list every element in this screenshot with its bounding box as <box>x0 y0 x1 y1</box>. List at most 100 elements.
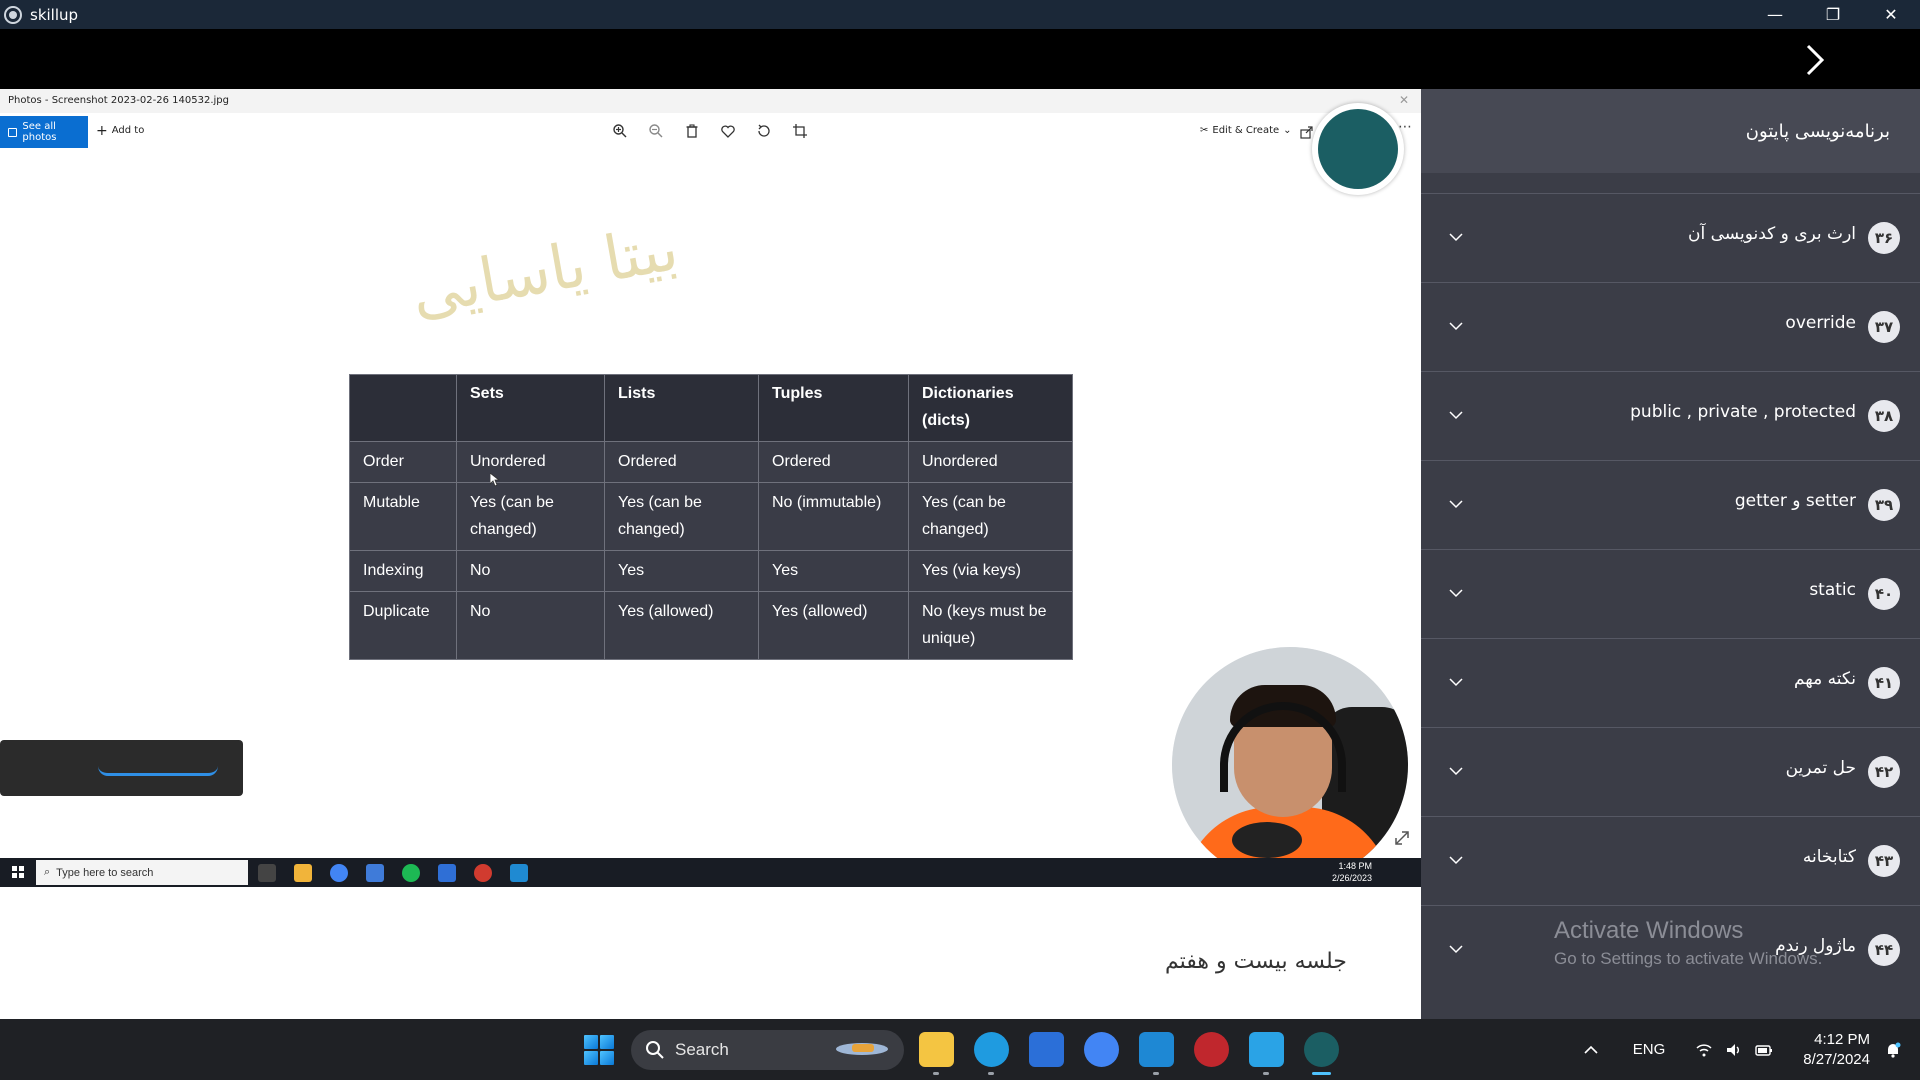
lesson-label: کتابخانه <box>1802 847 1856 867</box>
chevron-down-icon[interactable] <box>1447 940 1465 958</box>
table-cell: No <box>456 591 605 660</box>
tray-icons <box>1695 1041 1773 1059</box>
lesson-item[interactable]: public , private , protected ۳۸ <box>1421 371 1920 460</box>
lesson-item[interactable]: ماژول رندم ۴۴ <box>1421 905 1920 994</box>
fullscreen-icon[interactable] <box>1394 830 1410 846</box>
university-logo <box>1312 103 1404 195</box>
crop-icon <box>793 124 807 138</box>
photos-tool-icons <box>612 123 808 139</box>
app-icon <box>366 864 384 882</box>
language-indicator[interactable]: ENG <box>1633 1041 1666 1058</box>
chevron-up-icon[interactable] <box>1583 1045 1599 1055</box>
lesson-title: جلسه بیست و هفتم <box>1165 949 1347 974</box>
zoom-in-icon <box>613 124 627 138</box>
photos-window-title: Photos - Screenshot 2023-02-26 140532.jp… <box>8 95 229 106</box>
course-sidebar: برنامه‌نویسی پایتون ارث بری و کدنویسی آن… <box>1421 89 1920 1019</box>
recorded-date: 2/26/2023 <box>1332 873 1373 883</box>
instructor-webcam <box>1172 647 1408 883</box>
table-cell: Order <box>349 441 457 483</box>
taskbar-search[interactable]: Search <box>631 1030 904 1070</box>
paint-icon[interactable] <box>1249 1032 1284 1075</box>
table-header <box>349 374 457 442</box>
screen: skillup — ❐ ✕ Photos - Screenshot 2023-0… <box>0 0 1920 1080</box>
table-header: Sets <box>456 374 605 442</box>
chevron-right-icon[interactable] <box>1802 42 1828 78</box>
chevron-down-icon[interactable] <box>1447 584 1465 602</box>
lesson-item[interactable]: ارث بری و کدنویسی آن ۳۶ <box>1421 193 1920 282</box>
university-seal-icon <box>1318 109 1398 189</box>
lesson-item[interactable]: static ۴۰ <box>1421 549 1920 638</box>
table-cell: Unordered <box>908 441 1073 483</box>
lesson-item[interactable]: setter و getter ۳۹ <box>1421 460 1920 549</box>
volume-icon[interactable] <box>1725 1041 1743 1059</box>
system-clock[interactable]: 4:12 PM 8/27/2024 <box>1803 1030 1870 1070</box>
chevron-down-icon[interactable] <box>1447 228 1465 246</box>
table-cell: Yes (can be changed) <box>456 482 605 551</box>
skillup-app-icon[interactable] <box>1304 1032 1339 1075</box>
add-to-label: Add to <box>111 125 145 136</box>
app-title: skillup <box>30 5 79 24</box>
lesson-item[interactable]: حل تمرین ۴۲ <box>1421 727 1920 816</box>
lesson-number: ۳۹ <box>1868 489 1900 521</box>
course-title: برنامه‌نویسی پایتون <box>1421 89 1920 173</box>
lesson-number: ۴۰ <box>1868 578 1900 610</box>
restore-button[interactable]: ❐ <box>1804 0 1862 29</box>
recorded-time: 1:48 PM <box>1338 861 1373 871</box>
table-cell: Mutable <box>349 482 457 551</box>
lesson-label: static <box>1809 580 1856 600</box>
close-button[interactable]: ✕ <box>1862 0 1920 29</box>
lesson-number: ۴۱ <box>1868 667 1900 699</box>
edge-icon[interactable] <box>974 1032 1009 1075</box>
lesson-item[interactable]: override ۳۷ <box>1421 282 1920 371</box>
security-app-icon[interactable] <box>1194 1032 1229 1067</box>
start-button[interactable] <box>584 1035 614 1065</box>
chevron-down-icon: ⌄ <box>1283 125 1292 136</box>
window-controls: — ❐ ✕ <box>1746 0 1920 29</box>
minimize-button[interactable]: — <box>1746 0 1804 29</box>
table-row: Mutable Yes (can be changed) Yes (can be… <box>349 482 1073 551</box>
windows-taskbar: Search ENG 4:12 PM 8/27/2024 <box>0 1019 1920 1080</box>
table-header-row: Sets Lists Tuples Dictionaries (dicts) <box>349 374 1073 442</box>
vscode-icon <box>510 864 528 882</box>
chevron-down-icon[interactable] <box>1447 851 1465 869</box>
table-cell: Yes (allowed) <box>604 591 759 660</box>
mouse-cursor-icon <box>490 473 500 487</box>
lesson-label: public , private , protected <box>1630 402 1856 422</box>
lesson-label: override <box>1785 313 1856 333</box>
chrome-icon[interactable] <box>1084 1032 1119 1067</box>
notification-bell-icon[interactable] <box>1884 1041 1902 1059</box>
table-cell: No (immutable) <box>758 482 909 551</box>
table-cell: Duplicate <box>349 591 457 660</box>
chevron-down-icon[interactable] <box>1447 406 1465 424</box>
lesson-item[interactable]: نکته مهم ۴۱ <box>1421 638 1920 727</box>
table-header: Tuples <box>758 374 909 442</box>
chevron-down-icon[interactable] <box>1447 762 1465 780</box>
lesson-item[interactable]: کتابخانه ۴۳ <box>1421 816 1920 905</box>
app-titlebar: skillup — ❐ ✕ <box>0 0 1920 29</box>
rotate-icon <box>758 124 770 137</box>
table-row: Order Unordered Ordered Ordered Unordere… <box>349 441 1073 483</box>
battery-icon[interactable] <box>1755 1041 1773 1059</box>
table-cell: Indexing <box>349 550 457 592</box>
microphone-icon <box>1232 822 1302 858</box>
store-icon[interactable] <box>1029 1032 1064 1067</box>
share-icon <box>1300 126 1313 139</box>
chevron-down-icon[interactable] <box>1447 673 1465 691</box>
table-cell: Ordered <box>758 441 909 483</box>
vscode-icon[interactable] <box>1139 1032 1174 1075</box>
file-explorer-icon[interactable] <box>919 1032 954 1075</box>
search-icon: ⌕ <box>44 866 51 878</box>
photos-close-icon: ✕ <box>1398 93 1409 107</box>
lesson-number: ۴۴ <box>1868 934 1900 966</box>
zoom-out-icon <box>649 124 663 138</box>
chevron-down-icon[interactable] <box>1447 495 1465 513</box>
video-player[interactable]: Photos - Screenshot 2023-02-26 140532.jp… <box>0 89 1421 1019</box>
edit-create-button: ✂ Edit & Create ⌄ <box>1200 125 1292 136</box>
table-cell: Yes <box>758 550 909 592</box>
comparison-table: Sets Lists Tuples Dictionaries (dicts) O… <box>349 374 1073 660</box>
table-cell: No (keys must be unique) <box>908 591 1073 660</box>
table-cell: Ordered <box>604 441 759 483</box>
chevron-down-icon[interactable] <box>1447 317 1465 335</box>
wifi-icon[interactable] <box>1695 1041 1713 1059</box>
lesson-number: ۳۷ <box>1868 311 1900 343</box>
